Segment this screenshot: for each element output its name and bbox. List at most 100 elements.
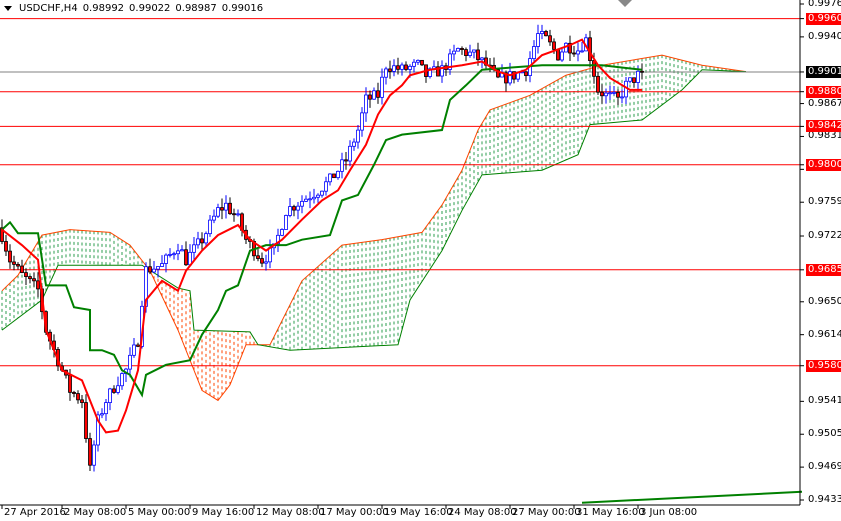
open-value: 0.98992 <box>82 3 125 14</box>
bear-candle <box>332 173 336 179</box>
bull-candle <box>208 219 212 235</box>
bull-candle <box>152 268 156 273</box>
bull-candle <box>116 385 120 393</box>
bull-candle <box>288 206 292 216</box>
time-axis-label: 3 Jun 08:00 <box>640 507 698 518</box>
price-axis-label: 0.99400 <box>808 30 841 42</box>
level-price-label: 0.98800 <box>806 85 841 98</box>
bull-candle <box>120 373 124 387</box>
bull-candle <box>416 59 420 63</box>
indicator-lines <box>1 38 803 504</box>
bull-candle <box>508 71 512 84</box>
bear-candle <box>24 272 28 277</box>
bull-candle <box>156 266 160 270</box>
bull-candle <box>180 249 184 252</box>
bull-candle <box>160 263 164 267</box>
bear-candle <box>548 35 552 43</box>
bull-candle <box>100 413 104 416</box>
level-price-label: 0.96850 <box>806 263 841 276</box>
bear-candle <box>4 241 8 252</box>
bull-candle <box>380 76 384 98</box>
price-axis-label: 0.96140 <box>808 328 841 340</box>
time-axis-label: 5 May 00:00 <box>128 507 191 518</box>
bull-candle <box>540 31 544 35</box>
price-axis-label: 0.97590 <box>808 196 841 208</box>
chart-header: USDCHF,H4 0.98992 0.99022 0.98987 0.9901… <box>4 3 263 14</box>
bull-candle <box>456 48 460 52</box>
bull-candle <box>168 253 172 256</box>
bull-candle <box>352 141 356 147</box>
bear-candle <box>460 48 464 50</box>
bear-candle <box>404 64 408 70</box>
bull-candle <box>360 112 364 131</box>
bull-candle <box>172 253 176 256</box>
chikou-span-line <box>581 490 803 504</box>
bull-candle <box>580 50 584 53</box>
bear-candle <box>76 393 80 401</box>
bear-candle <box>228 202 232 215</box>
bull-candle <box>104 402 108 415</box>
bull-candle <box>392 65 396 72</box>
bear-candle <box>232 213 236 216</box>
bull-candle <box>412 61 416 67</box>
bear-candle <box>20 265 24 274</box>
bull-candle <box>400 64 404 70</box>
bear-candle <box>344 159 348 162</box>
senkou-span-a-line <box>1 54 747 402</box>
time-axis-label: 24 May 08:00 <box>448 507 517 518</box>
time-axis-label: 17 May 00:00 <box>320 507 389 518</box>
bull-candle <box>472 49 476 53</box>
time-axis-label: 2 May 08:00 <box>64 507 127 518</box>
bull-candle <box>224 202 228 211</box>
time-axis-label: 19 May 16:00 <box>384 507 453 518</box>
bear-candle <box>396 65 400 70</box>
bull-candle <box>612 91 616 94</box>
bear-candle <box>36 280 40 290</box>
bull-candle <box>196 238 200 246</box>
bull-candle <box>320 190 324 196</box>
bear-candle <box>72 391 76 394</box>
bear-candle <box>8 250 12 263</box>
time-axis-label: 9 May 16:00 <box>192 507 255 518</box>
price-chart[interactable] <box>0 0 841 521</box>
bear-candle <box>572 52 576 55</box>
bear-candle <box>388 68 392 72</box>
bear-candle <box>376 90 380 98</box>
bear-candle <box>596 75 600 93</box>
level-price-label: 0.98000 <box>806 158 841 171</box>
bear-candle <box>84 402 88 439</box>
bear-candle <box>68 374 72 393</box>
high-value: 0.99022 <box>129 3 171 14</box>
bull-candle <box>212 215 216 221</box>
bull-candle <box>308 198 312 201</box>
bull-candle <box>132 344 136 356</box>
bull-candle <box>92 444 96 466</box>
bull-candle <box>300 200 304 207</box>
bear-candle <box>184 249 188 266</box>
bull-candle <box>216 207 220 217</box>
time-axis-label: 12 May 08:00 <box>256 507 325 518</box>
bull-candle <box>364 94 368 114</box>
bear-candle <box>136 344 140 347</box>
bull-candle <box>348 145 352 162</box>
bull-candle <box>192 244 196 253</box>
bull-candle <box>576 50 580 55</box>
bull-candle <box>608 92 612 95</box>
bear-candle <box>32 278 36 282</box>
bear-candle <box>88 438 92 466</box>
ichimoku-cloud <box>1 54 747 402</box>
dropdown-triangle-icon[interactable] <box>4 6 12 11</box>
shift-marker-icon[interactable] <box>618 0 632 7</box>
bull-candle <box>236 213 240 216</box>
bull-candle <box>604 92 608 97</box>
bull-candle <box>452 50 456 55</box>
bull-candle <box>532 46 536 60</box>
bear-candle <box>600 91 604 97</box>
bull-candle <box>264 261 268 264</box>
bull-candle <box>560 51 564 61</box>
level-price-label: 0.95800 <box>806 359 841 372</box>
bull-candle <box>304 198 308 202</box>
bull-candle <box>108 388 112 404</box>
low-value: 0.98987 <box>175 3 217 14</box>
bull-candle <box>336 170 340 179</box>
